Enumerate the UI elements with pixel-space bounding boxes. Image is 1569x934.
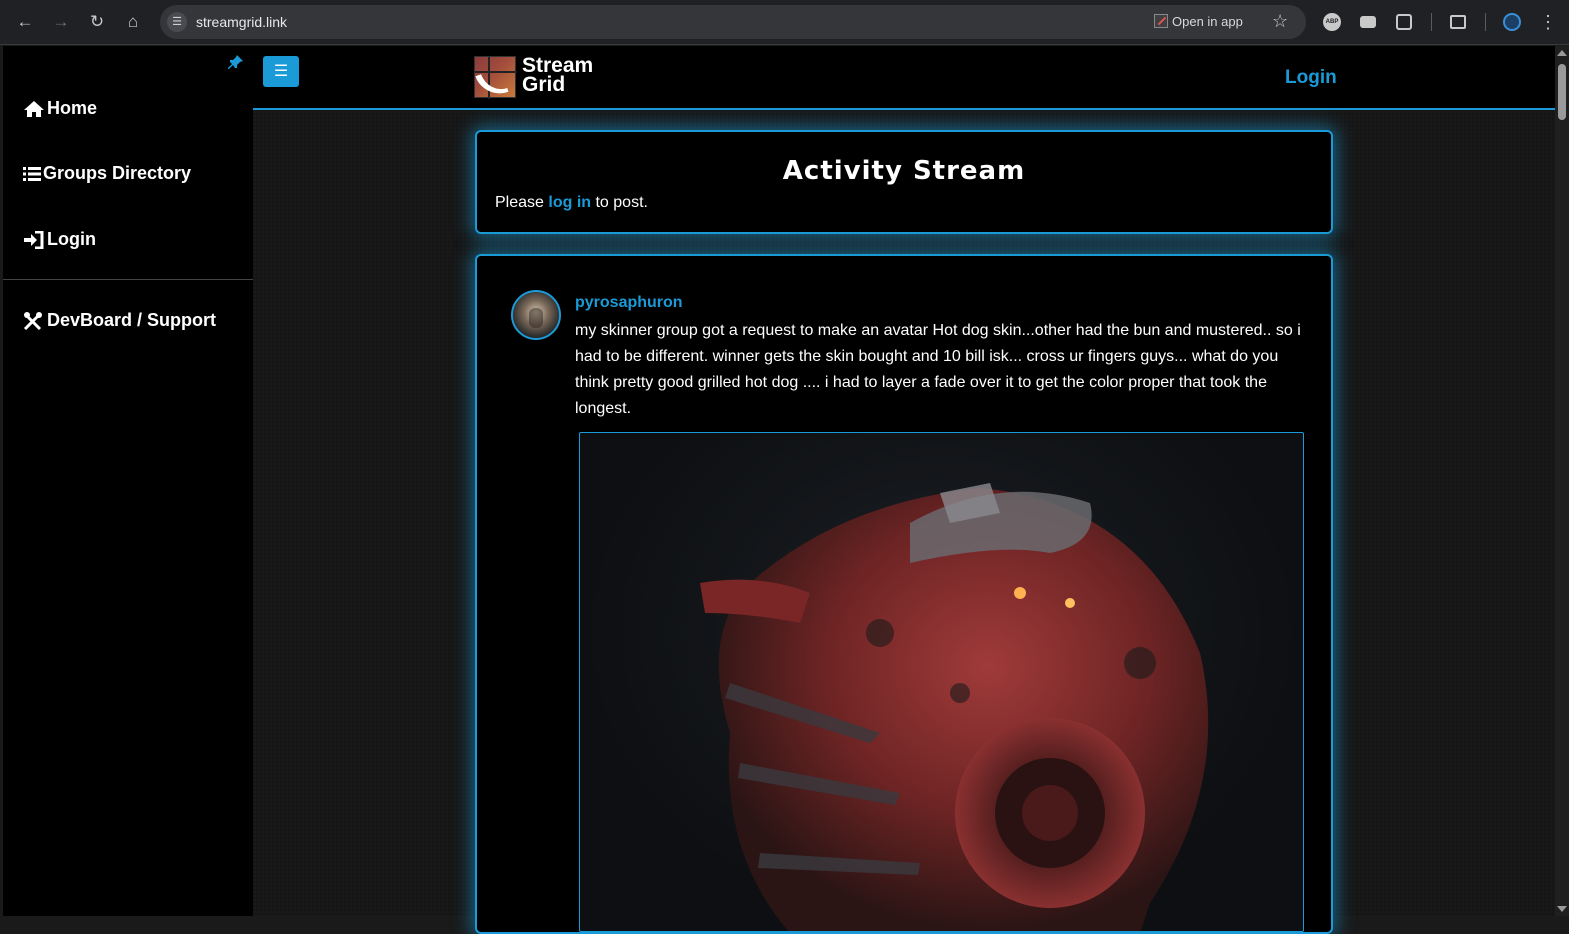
open-in-app-label: Open in app: [1172, 14, 1243, 29]
browser-toolbar: ← → ↻ ⌂ ☰ streamgrid.link Open in app ☆ …: [0, 0, 1569, 45]
list-icon: [23, 166, 41, 181]
logo-mark-icon: [474, 56, 517, 101]
tools-icon: [23, 311, 42, 330]
toolbar-separator: [1485, 13, 1486, 31]
scroll-down-icon[interactable]: [1557, 906, 1567, 912]
streamgrid-logo[interactable]: Stream Grid: [474, 54, 602, 101]
back-icon[interactable]: ←: [14, 11, 36, 33]
star-icon[interactable]: ☆: [1272, 11, 1288, 32]
sidebar-item-label: DevBoard / Support: [47, 310, 217, 330]
reload-icon[interactable]: ↻: [86, 11, 108, 33]
open-in-app-icon: [1154, 14, 1168, 28]
post-image[interactable]: [579, 432, 1304, 932]
pin-icon[interactable]: [228, 54, 244, 70]
sidebar: Home Groups Directory Login DevBoard / S…: [3, 46, 253, 916]
sidebar-item-login[interactable]: Login: [23, 229, 96, 250]
login-prompt-before: Please: [495, 194, 544, 211]
menu-toggle-button[interactable]: ☰: [263, 56, 299, 87]
page-title: Activity Stream: [782, 156, 1026, 186]
activity-stream-card: Activity Stream Please log in to post.: [475, 130, 1333, 234]
login-prompt: Please log in to post.: [495, 194, 648, 212]
ship-render-image: [700, 483, 1209, 931]
sidebar-item-label: Login: [47, 229, 96, 249]
sidebar-item-label: Groups Directory: [43, 163, 192, 183]
sidebar-item-home[interactable]: Home: [23, 98, 97, 119]
top-header: ☰ Stream Grid Login: [253, 46, 1555, 110]
avatar[interactable]: [511, 290, 561, 340]
main-content: ☰ Stream Grid Login Activity Stream Plea…: [253, 46, 1555, 934]
url-text[interactable]: streamgrid.link: [196, 14, 287, 30]
address-bar[interactable]: ☰ streamgrid.link Open in app ☆: [160, 5, 1306, 39]
scroll-thumb[interactable]: [1558, 64, 1566, 120]
adblock-extension-icon[interactable]: ABP: [1323, 13, 1341, 31]
home-icon[interactable]: ⌂: [122, 11, 144, 33]
screenshot-extension-icon[interactable]: [1360, 16, 1376, 28]
sidebar-divider: [3, 279, 253, 280]
profile-icon[interactable]: [1503, 13, 1521, 31]
open-in-app-button[interactable]: Open in app: [1154, 14, 1243, 29]
login-prompt-link[interactable]: log in: [548, 194, 591, 211]
login-prompt-after: to post.: [595, 194, 648, 211]
scroll-up-icon[interactable]: [1557, 50, 1567, 56]
menu-icon[interactable]: ⋮: [1537, 12, 1559, 34]
header-login-link[interactable]: Login: [1285, 67, 1337, 89]
home-icon: [24, 100, 44, 117]
logo-text: Stream Grid: [522, 55, 593, 96]
logo-line-2: Grid: [522, 73, 566, 96]
sign-in-icon: [24, 230, 44, 249]
extensions-icon[interactable]: [1396, 14, 1412, 30]
logo-swoosh: [475, 67, 509, 101]
post-author[interactable]: pyrosaphuron: [575, 294, 683, 312]
adblock-label: ABP: [1325, 19, 1339, 25]
toolbar-separator: [1431, 13, 1432, 31]
sidebar-item-groups-directory[interactable]: Groups Directory: [23, 163, 191, 184]
forward-icon[interactable]: →: [50, 11, 72, 33]
page-scrollbar[interactable]: [1555, 46, 1569, 916]
post-body: my skinner group got a request to make a…: [575, 322, 1301, 417]
site-info-icon[interactable]: ☰: [167, 12, 187, 32]
sidebar-item-label: Home: [47, 98, 98, 118]
tab-search-icon[interactable]: [1450, 15, 1466, 29]
sidebar-item-devboard-support[interactable]: DevBoard / Support: [23, 310, 216, 331]
post-card: pyrosaphuron my skinner group got a requ…: [475, 254, 1333, 934]
